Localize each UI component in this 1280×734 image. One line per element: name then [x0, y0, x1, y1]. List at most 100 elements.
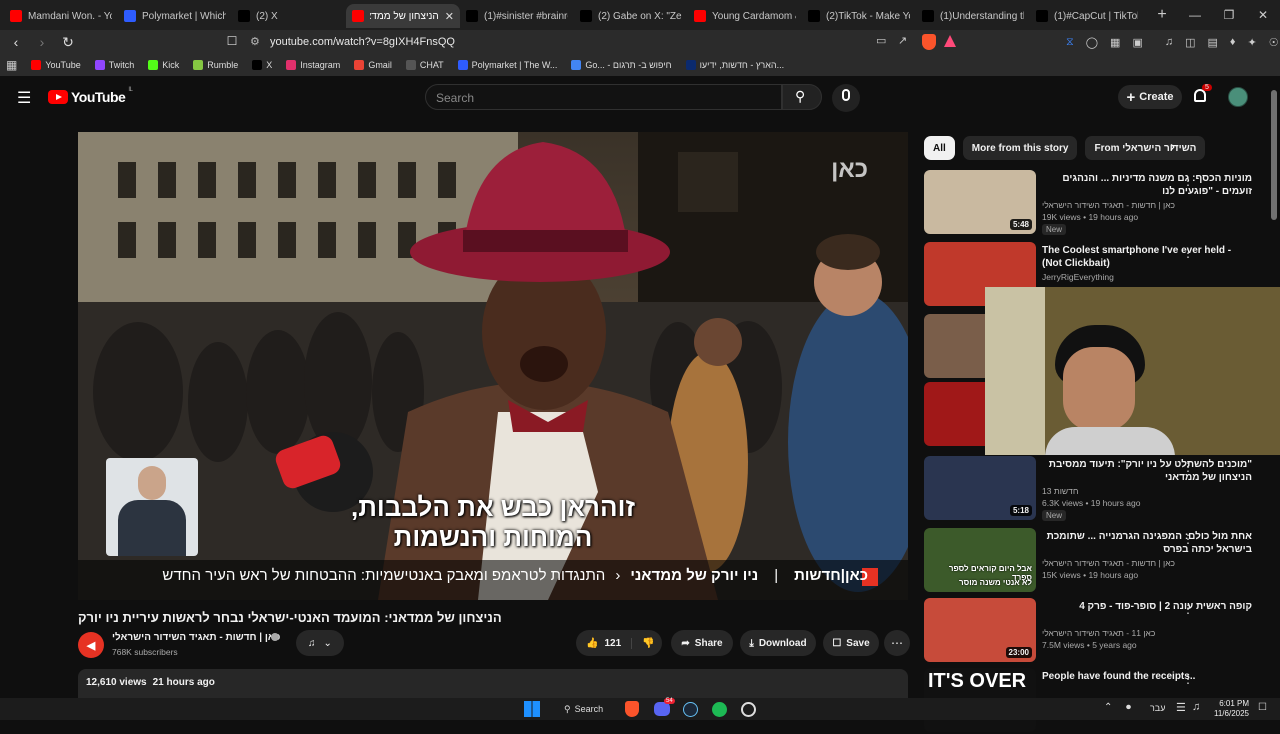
clock[interactable]: 6:01 PM 11/6/2025 — [1214, 699, 1249, 719]
channel-avatar[interactable]: ◀ — [78, 632, 104, 658]
hamburger-menu-icon[interactable]: ☰ — [17, 88, 31, 108]
browser-tab[interactable]: (2)TikTok - Make Your — [802, 4, 916, 28]
new-tab-button[interactable]: + — [1150, 6, 1174, 24]
browser-tab[interactable]: (1)#CapCut | TikTok — [1030, 4, 1144, 28]
video-thumbnail[interactable]: אבל היום קוראים לספר ספרד לא אנטי משנה מו… — [924, 528, 1036, 592]
extensions-icon[interactable]: ♦ — [1230, 36, 1236, 49]
bookmark-item[interactable]: Kick — [148, 60, 179, 70]
search-button[interactable]: ⚲ — [782, 84, 822, 110]
apps-grid-icon[interactable]: ▦ — [6, 58, 17, 72]
vpn-icon[interactable]: ☉ — [1269, 36, 1279, 49]
recommendation-item[interactable]: אבל היום קוראים לספר ספרד לא אנטי משנה מו… — [924, 528, 1264, 594]
reload-icon[interactable]: ↻ — [58, 34, 78, 51]
filter-chip[interactable]: More from this story — [962, 136, 1078, 160]
share-page-icon[interactable]: ↗ — [898, 34, 907, 47]
brave-taskbar-icon[interactable] — [625, 701, 639, 717]
tray-mic-icon[interactable]: ⏺ — [1126, 702, 1131, 713]
more-options-icon[interactable]: ⋮ — [1182, 602, 1194, 616]
tray-chevron-icon[interactable]: ⌃ — [1104, 702, 1112, 713]
download-button[interactable]: ⤓ Download — [740, 630, 816, 656]
close-tab-icon[interactable]: ✕ — [445, 10, 454, 23]
recommendation-title[interactable]: אחת מול כולם: המפגינה הגרמנייה ... שתומכ… — [1042, 530, 1252, 556]
like-button[interactable]: 👍 121 — [576, 637, 633, 649]
wifi-icon[interactable]: ☰ — [1176, 701, 1186, 714]
bookmark-item[interactable]: Polymarket | The W... — [457, 60, 557, 70]
browser-tab[interactable]: (2) Gabe on X: "Zelensk — [574, 4, 688, 28]
restore-icon[interactable]: ❐ — [1212, 0, 1246, 30]
bookmark-item[interactable]: Gmail — [354, 60, 392, 70]
search-input[interactable]: Search — [425, 84, 782, 110]
recommendation-title[interactable]: "מוכנים להשתלט על ניו יורק": תיעוד ממסיב… — [1042, 458, 1252, 484]
screenshot-icon[interactable]: ▣ — [1132, 36, 1142, 49]
avatar[interactable] — [1228, 87, 1248, 107]
bookmark-item[interactable]: הארץ - חדשות, ידיעו... — [685, 60, 784, 70]
share-button[interactable]: ➦ Share — [671, 630, 733, 656]
extension-icon[interactable]: ⧖ — [1066, 36, 1074, 49]
video-thumbnail[interactable]: 5:18 — [924, 456, 1036, 520]
recommendation-title[interactable]: מוניות הכסף: גם משנה מדיניות ... והנהגים… — [1042, 172, 1252, 198]
page-scrollbar[interactable] — [1271, 90, 1277, 220]
recommendation-title[interactable]: The Coolest smartphone I've ever held - … — [1042, 244, 1252, 270]
channel-name[interactable]: כאן | חדשות - תאגיד השידור הישראלי — [112, 632, 280, 643]
browser-tab[interactable]: Young Cardamom & H — [688, 4, 802, 28]
recommendation-title[interactable]: People have found the receipts.. — [1042, 670, 1252, 683]
video-thumbnail[interactable]: 5:48 — [924, 170, 1036, 234]
description-box[interactable]: 12,610 views 21 hours ago — [78, 669, 908, 699]
wallet-icon[interactable]: ▤ — [1208, 36, 1218, 49]
recommendation-channel[interactable]: כאן 11 - תאגיד השידור הישראלי — [1042, 628, 1252, 638]
recommendation-channel[interactable]: JerryRigEverything — [1042, 272, 1252, 282]
bookmark-item[interactable]: Instagram — [286, 60, 340, 70]
bookmark-item[interactable]: YouTube — [31, 60, 81, 70]
site-info-icon[interactable]: ⚙ — [250, 35, 260, 48]
language-indicator[interactable]: עבר — [1150, 703, 1165, 713]
filter-chip[interactable]: From השידור הישראלי — [1085, 136, 1206, 160]
browser-tab[interactable]: (2) X — [232, 4, 346, 28]
bookmark-item[interactable]: CHAT — [405, 60, 444, 70]
media-icon[interactable]: ♫ — [1165, 36, 1173, 49]
recommendation-channel[interactable]: כאן | חדשות - תאגיד השידור הישראלי — [1042, 558, 1252, 568]
youtube-logo[interactable]: YouTube IL — [48, 87, 133, 105]
create-button[interactable]: + Create — [1118, 85, 1182, 109]
subscribed-notify-button[interactable]: ♫ ⌄ — [296, 630, 344, 656]
more-options-icon[interactable]: ⋮ — [1182, 532, 1194, 546]
brave-shield-icon[interactable] — [922, 34, 936, 50]
dislike-button[interactable]: 👎 — [632, 638, 664, 649]
browser-tab[interactable]: Mamdani Won. - YouTu — [4, 4, 118, 28]
filter-chip[interactable]: All — [924, 136, 955, 160]
sidebar-icon[interactable]: ◫ — [1185, 36, 1195, 49]
recommendation-item[interactable]: 5:48 מוניות הכסף: גם משנה מדיניות ... והנ… — [924, 170, 1264, 236]
shield-icon[interactable]: ◯ — [1086, 36, 1098, 49]
voice-search-button[interactable] — [832, 84, 860, 112]
puzzle-icon[interactable]: ▦ — [1110, 36, 1120, 49]
taskbar-search[interactable]: ⚲ Search — [556, 700, 610, 718]
volume-icon[interactable]: ♫ — [1192, 701, 1200, 713]
app-taskbar-icon[interactable] — [741, 702, 756, 717]
browser-tab[interactable]: (1)Understanding the — [916, 4, 1030, 28]
url-bar[interactable]: ⚙ youtube.com/watch?v=8gIXH4FnsQQ — [240, 32, 960, 52]
save-button[interactable]: ☐ Save — [823, 630, 879, 656]
more-options-icon[interactable]: ⋮ — [1182, 174, 1194, 188]
browser-tab[interactable]: הניצחון של ממדא ✕ — [346, 4, 460, 28]
more-options-icon[interactable]: ⋮ — [1182, 460, 1194, 474]
windows-start-icon[interactable] — [524, 701, 540, 717]
video-thumbnail[interactable]: 23:00 — [924, 598, 1036, 662]
brave-rewards-icon[interactable] — [944, 35, 956, 47]
more-options-icon[interactable]: ⋮ — [1182, 246, 1194, 260]
bookmark-item[interactable]: Go... - חיפוש ב- תרגום — [571, 60, 672, 70]
leo-ai-icon[interactable]: ✦ — [1248, 36, 1257, 49]
video-player[interactable]: כאן זוהראן כבש את הלבבות, המוחות והנשמות… — [78, 132, 908, 600]
steam-taskbar-icon[interactable] — [683, 702, 698, 717]
notification-center-icon[interactable]: ☐ — [1258, 702, 1267, 713]
recommendation-title[interactable]: קופה ראשית עונה 2 | סופר-פוד - פרק 4 — [1042, 600, 1252, 613]
bookmark-item[interactable]: X — [252, 60, 272, 70]
minimize-icon[interactable]: — — [1178, 0, 1212, 30]
chips-next-icon[interactable]: › — [1170, 138, 1175, 155]
recommendation-channel[interactable]: 13 חדשות — [1042, 486, 1252, 496]
browser-tab[interactable]: (1)#sinister #brainrot # — [460, 4, 574, 28]
close-window-icon[interactable]: ✕ — [1246, 0, 1280, 30]
cast-icon[interactable]: ▭ — [876, 34, 886, 47]
spotify-taskbar-icon[interactable] — [712, 702, 727, 717]
more-actions-button[interactable]: ⋯ — [884, 630, 910, 656]
browser-tab[interactable]: Polymarket | Which pa — [118, 4, 232, 28]
bookmark-item[interactable]: Rumble — [193, 60, 238, 70]
